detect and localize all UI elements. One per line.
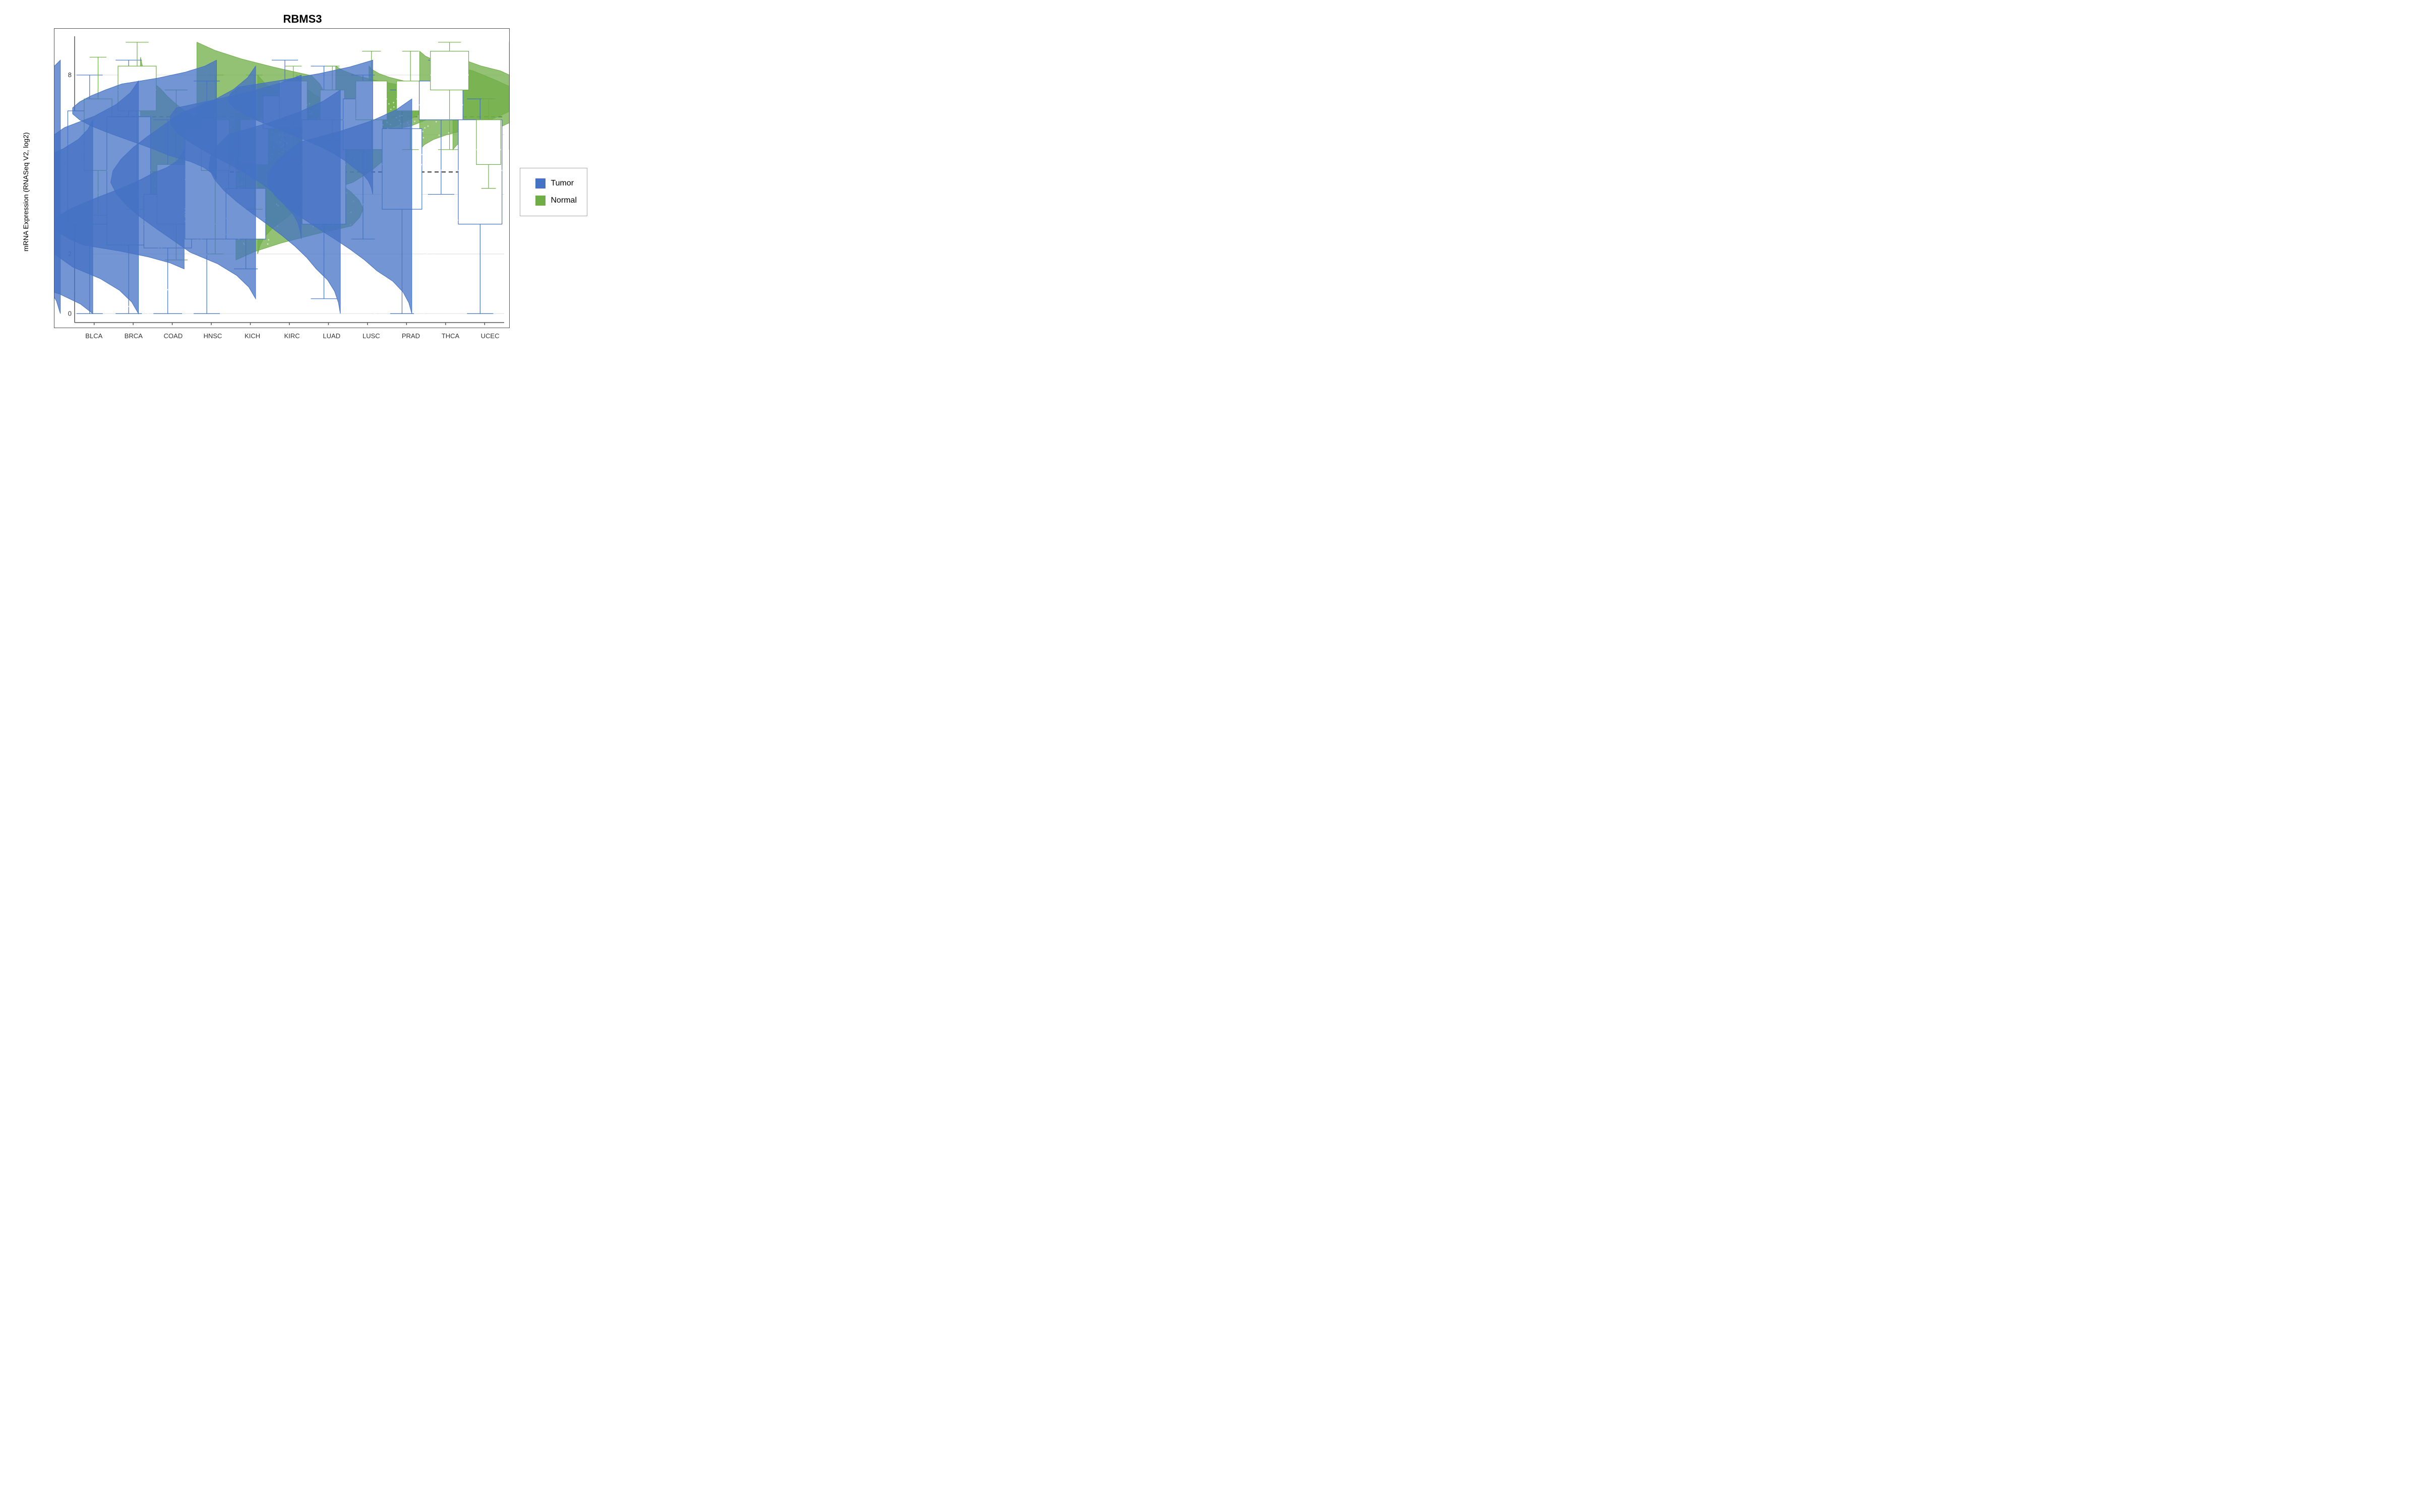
legend-label-normal: Normal bbox=[551, 196, 577, 205]
plot-frame: 02468 bbox=[54, 28, 510, 328]
y-axis-label: mRNA Expression (RNASeq V2, log2) bbox=[13, 28, 39, 356]
legend-item-normal: Normal bbox=[535, 196, 577, 206]
svg-text:0: 0 bbox=[68, 309, 72, 317]
x-label-kich: KICH bbox=[232, 332, 272, 356]
violin-plot: 02468 bbox=[54, 29, 509, 328]
svg-text:8: 8 bbox=[68, 71, 72, 79]
x-label-prad: PRAD bbox=[391, 332, 431, 356]
x-label-thca: THCA bbox=[431, 332, 470, 356]
legend-item-tumor: Tumor bbox=[535, 178, 577, 188]
x-label-lusc: LUSC bbox=[351, 332, 391, 356]
x-label-coad: COAD bbox=[153, 332, 193, 356]
normal-swatch bbox=[535, 196, 546, 206]
x-label-kirc: KIRC bbox=[272, 332, 312, 356]
chart-title: RBMS3 bbox=[13, 8, 592, 28]
legend-label-tumor: Tumor bbox=[551, 179, 574, 188]
tumor-swatch bbox=[535, 178, 546, 188]
x-label-ucec: UCEC bbox=[470, 332, 510, 356]
x-label-luad: LUAD bbox=[312, 332, 351, 356]
x-label-hnsc: HNSC bbox=[193, 332, 233, 356]
x-label-blca: BLCA bbox=[74, 332, 114, 356]
x-label-brca: BRCA bbox=[114, 332, 154, 356]
chart-container: RBMS3 mRNA Expression (RNASeq V2, log2) … bbox=[13, 8, 592, 370]
legend: Tumor Normal bbox=[520, 168, 587, 216]
